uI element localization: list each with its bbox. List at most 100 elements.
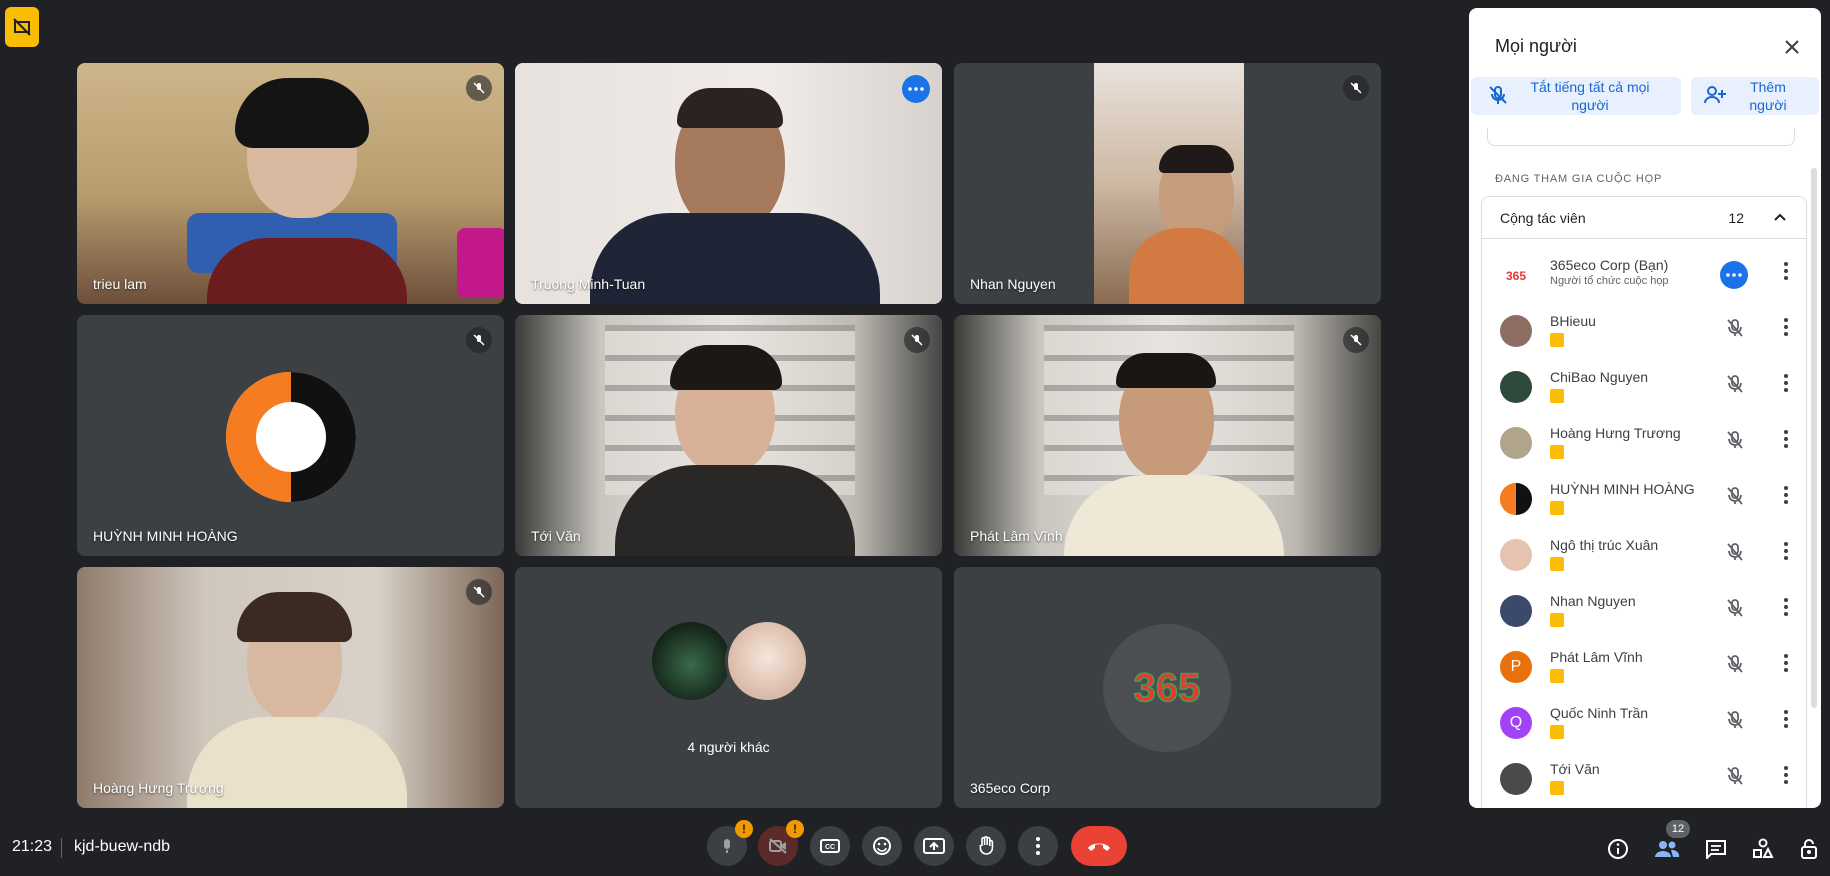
companion-badge-icon [1550,445,1564,459]
participant-row[interactable]: HUỲNH MINH HOÀNG [1482,471,1806,527]
activities-icon[interactable] [1748,834,1778,864]
warning-icon: ! [786,820,804,838]
participant-row[interactable]: BHieuu [1482,303,1806,359]
panel-scrollbar[interactable] [1811,168,1817,708]
leave-call-button[interactable] [1071,826,1127,866]
participant-avatar [1500,483,1532,515]
meeting-details-icon[interactable] [1603,834,1633,864]
participant-options-button[interactable] [1720,261,1748,289]
video-tile[interactable]: 365 365eco Corp [954,567,1381,808]
emoji-button[interactable] [862,826,902,866]
group-count: 12 [1728,210,1744,226]
people-icon[interactable] [1652,834,1682,864]
video-grid: trieu lam Truong Minh-Tuan Nhan Nguyen H… [77,63,1383,810]
muted-mic-icon[interactable] [1726,654,1744,679]
participant-row[interactable]: Ngô thị trúc Xuân [1482,527,1806,583]
companion-badge-icon [1550,333,1564,347]
participant-name: BHieuu [1550,313,1596,329]
video-tile[interactable]: Nhan Nguyen [954,63,1381,304]
more-vert-icon[interactable] [1784,598,1788,621]
chat-icon[interactable] [1701,834,1731,864]
tile-name: HUỲNH MINH HOÀNG [93,528,238,544]
more-vert-icon[interactable] [1784,542,1788,565]
chevron-up-icon[interactable] [1770,207,1790,232]
microphone-button[interactable]: ! [707,820,753,866]
companion-badge-icon [1550,389,1564,403]
tile-name: trieu lam [93,276,147,292]
muted-mic-icon [466,579,492,605]
add-people-button[interactable]: Thêm người [1691,77,1819,115]
participant-row[interactable]: ChiBao Nguyen [1482,359,1806,415]
tile-name: Tới Văn [531,528,581,544]
muted-mic-icon[interactable] [1726,486,1744,511]
more-vert-icon[interactable] [1784,486,1788,509]
participant-avatar [1500,427,1532,459]
recording-status-icon[interactable] [5,7,39,47]
companion-badge-icon [1550,613,1564,627]
participant-name: Hoàng Hưng Trương [1550,425,1681,441]
video-tile-active-speaker[interactable]: Truong Minh-Tuan [515,63,942,304]
tile-name: 365eco Corp [970,780,1051,796]
participant-avatar [1500,315,1532,347]
section-label: ĐANG THAM GIA CUỘC HỌP [1495,173,1663,185]
more-vert-icon[interactable] [1784,766,1788,789]
more-vert-icon[interactable] [1784,430,1788,453]
companion-badge-icon [1550,669,1564,683]
svg-text:365: 365 [1134,666,1201,710]
participant-row[interactable]: Tới Văn [1482,751,1806,807]
video-tile[interactable]: trieu lam [77,63,504,304]
more-vert-icon[interactable] [1784,262,1788,285]
others-tile[interactable]: 4 người khác [515,567,942,808]
tile-name: Phát Lâm Vĩnh [970,528,1063,544]
participant-row[interactable]: Nhan Nguyen [1482,583,1806,639]
more-vert-icon[interactable] [1784,654,1788,677]
participant-name: 365eco Corp (Bạn) [1550,257,1669,273]
muted-mic-icon[interactable] [1726,598,1744,623]
muted-mic-icon[interactable] [1726,710,1744,735]
muted-mic-icon [1343,75,1369,101]
others-count-label: 4 người khác [687,739,770,755]
muted-mic-icon [904,327,930,353]
more-options-button[interactable] [1018,826,1058,866]
more-vert-icon[interactable] [1784,374,1788,397]
tile-options-button[interactable] [902,75,930,103]
participant-row[interactable]: Hoàng Hưng Trương [1482,415,1806,471]
muted-mic-icon[interactable] [1726,374,1744,399]
participant-role: Người tổ chức cuộc họp [1550,275,1669,287]
present-screen-button[interactable] [914,826,954,866]
search-field-edge[interactable] [1487,128,1795,146]
more-vert-icon[interactable] [1784,710,1788,733]
meeting-time: 21:23 [12,838,53,855]
video-tile[interactable]: HUỲNH MINH HOÀNG [77,315,504,556]
warning-icon: ! [735,820,753,838]
mute-all-button[interactable]: Tắt tiếng tất cả mọi người [1471,77,1681,115]
panel-title: Mọi người [1495,36,1577,56]
participant-name: Ngô thị trúc Xuân [1550,537,1659,553]
muted-mic-icon[interactable] [1726,318,1744,343]
participant-row[interactable]: 365 365eco Corp (Bạn) Người tổ chức cuộc h… [1482,247,1806,303]
video-tile[interactable]: Hoàng Hưng Trương [77,567,504,808]
add-person-icon [1703,84,1727,109]
captions-button[interactable]: CC [810,826,850,866]
participant-avatar: P [1500,651,1532,683]
close-icon[interactable] [1777,32,1807,62]
muted-mic-icon[interactable] [1726,766,1744,791]
divider [61,838,62,858]
participant-row[interactable]: P Phát Lâm Vĩnh [1482,639,1806,695]
avatar [649,619,733,703]
host-controls-icon[interactable] [1794,834,1824,864]
raise-hand-button[interactable] [966,826,1006,866]
participant-name: Phát Lâm Vĩnh [1550,649,1643,665]
video-tile[interactable]: Phát Lâm Vĩnh [954,315,1381,556]
muted-mic-icon[interactable] [1726,430,1744,455]
svg-text:365: 365 [1506,269,1526,282]
participant-row[interactable]: Q Quốc Ninh Trần [1482,695,1806,751]
participant-avatar [1500,371,1532,403]
group-header[interactable]: Cộng tác viên 12 [1482,197,1806,239]
more-vert-icon[interactable] [1784,318,1788,341]
participant-list: 365 365eco Corp (Bạn) Người tổ chức cuộc h… [1482,247,1806,807]
participant-name: ChiBao Nguyen [1550,369,1649,385]
video-tile[interactable]: Tới Văn [515,315,942,556]
muted-mic-icon[interactable] [1726,542,1744,567]
camera-button[interactable]: ! [758,820,804,866]
